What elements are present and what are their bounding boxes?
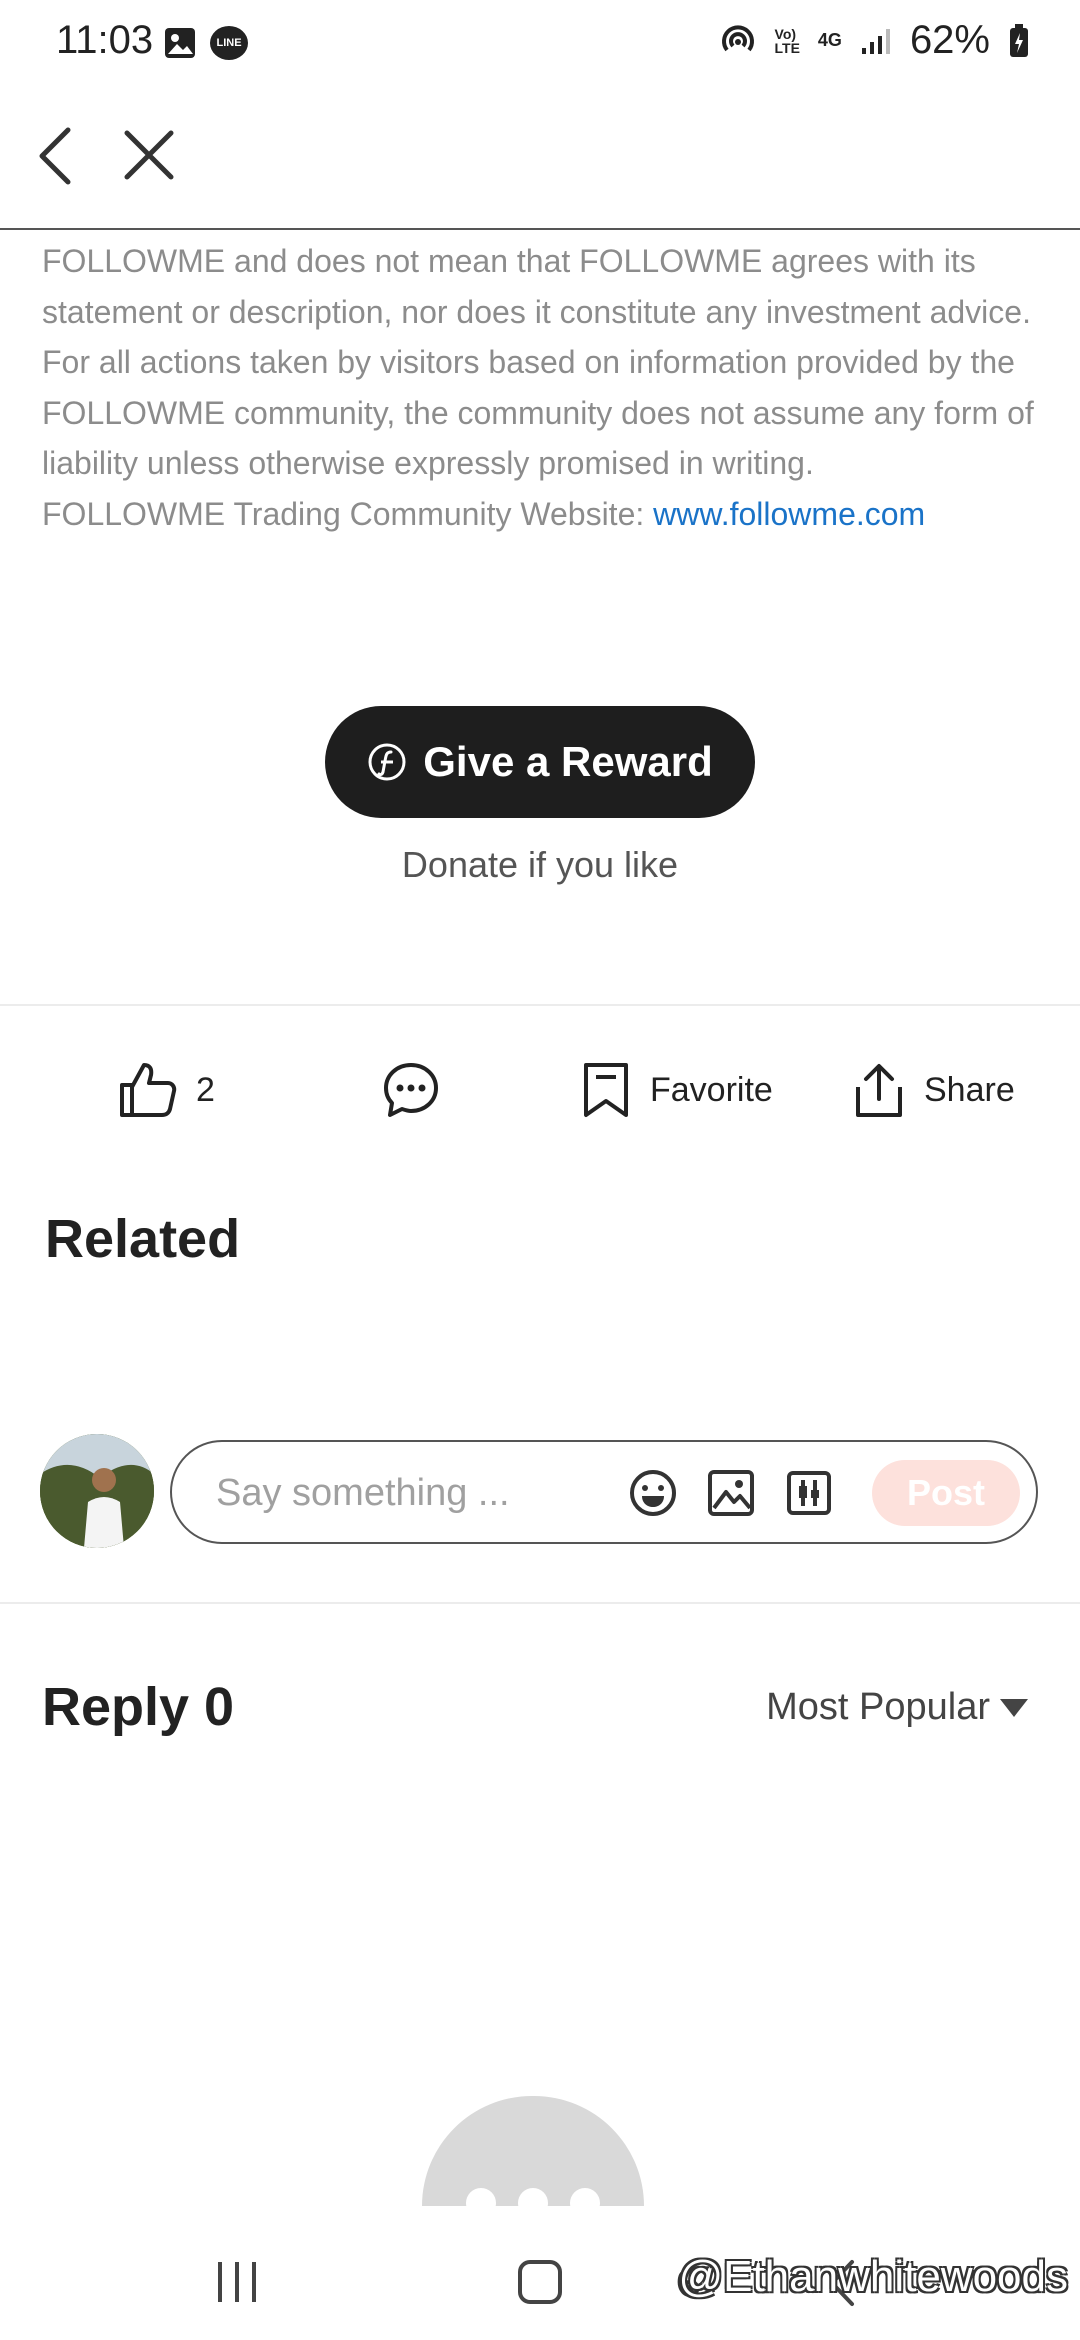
bookmark-icon [584,1063,628,1117]
comment-divider [0,1602,1080,1604]
share-label: Share [924,1070,1015,1109]
loading-dot [518,2188,548,2206]
share-icon [856,1064,902,1117]
back-icon[interactable] [36,126,76,186]
top-nav [0,100,1080,230]
chart-insert-icon[interactable] [784,1468,834,1518]
website-link[interactable]: www.followme.com [653,496,925,532]
battery-percent: 62% [909,18,990,62]
favorite-button[interactable]: Favorite [580,1060,773,1120]
comment-button[interactable] [382,1060,440,1120]
close-icon[interactable] [122,128,176,182]
signal-icon [861,28,890,54]
home-icon[interactable] [516,2258,564,2306]
loading-dot [570,2188,600,2206]
reply-count-title: Reply 0 [42,1677,235,1737]
website-label: FOLLOWME Trading Community Website: [42,495,654,532]
share-button[interactable]: Share [852,1060,1015,1120]
emoji-icon[interactable] [628,1468,678,1518]
avatar-image [40,1434,154,1548]
comment-input[interactable] [216,1468,576,1518]
give-reward-label: Give a Reward [423,738,713,785]
network-4g-indicator: 4G [817,30,842,50]
sort-dropdown[interactable]: Most Popular [766,1686,1030,1729]
caret-down-icon [1000,1698,1028,1717]
line-badge-label: LINE [216,37,242,49]
comment-bubble-icon [384,1063,438,1117]
give-reward-button[interactable]: Give a Reward [325,706,755,818]
gallery-icon [165,28,195,58]
article-disclaimer: FOLLOWME and does not mean that FOLLOWME… [42,236,1042,539]
status-time: 11:03 [56,18,154,62]
website-line: FOLLOWME Trading Community Website: www.… [42,489,1042,540]
status-bar: 11:03 LINE Vo) LTE 4G 62% [0,0,1080,88]
related-title: Related [45,1209,241,1269]
volte-indicator: Vo) LTE [774,25,800,56]
loading-dot [466,2188,496,2206]
sort-label: Most Popular [766,1686,990,1728]
status-right: Vo) LTE 4G 62% [719,18,1030,63]
coin-icon [368,743,406,781]
like-button[interactable]: 2 [118,1060,215,1120]
image-icon[interactable] [706,1468,756,1518]
hotspot-icon [721,24,754,51]
donate-subtext: Donate if you like [401,844,679,885]
favorite-label: Favorite [650,1070,773,1109]
disclaimer-text: FOLLOWME and does not mean that FOLLOWME… [42,243,1034,481]
post-button[interactable]: Post [872,1460,1020,1526]
section-divider [0,1004,1080,1006]
watermark: @Ethanwhitewoods [678,2252,1068,2301]
line-app-icon: LINE [210,26,248,60]
thumbs-up-icon [120,1063,177,1117]
like-count: 2 [196,1070,215,1109]
recent-apps-icon[interactable] [214,2260,260,2304]
comment-box: Post [170,1440,1038,1544]
battery-charging-icon [1010,23,1028,57]
loading-indicator [422,2096,644,2206]
avatar[interactable] [40,1434,154,1548]
